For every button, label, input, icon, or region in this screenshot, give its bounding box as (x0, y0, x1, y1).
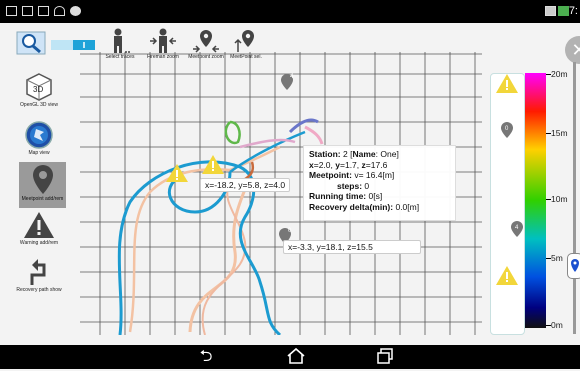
scale-marker-icon: 0 (501, 122, 513, 138)
warning-icon (24, 212, 54, 238)
battery-icon (558, 6, 569, 16)
station-line: Station: 2 [Name: One] (309, 149, 399, 159)
toggle-icon (51, 40, 95, 50)
notification-icon (545, 6, 556, 16)
position-line: x=2.0, y=1.7, z=17.6 (309, 159, 388, 170)
depth-slider-thumb[interactable] (567, 253, 580, 279)
navigation-bar: ⮌ (0, 345, 580, 369)
back-button[interactable]: ⮌ (193, 347, 219, 367)
warning-triangle-icon (496, 266, 518, 285)
colorbar-label: 10m (551, 194, 568, 204)
recovery-path-icon (30, 259, 46, 285)
close-icon: ✕ (571, 40, 580, 60)
cube-3d-text: 3D (33, 85, 43, 94)
notification-icon (22, 6, 33, 16)
warning-triangle-icon (496, 74, 518, 93)
depth-slider-track[interactable] (573, 62, 576, 334)
opengl-3d-view-button[interactable]: 3D OpenGL 3D view (3, 72, 75, 108)
recovery-delta-line: Recovery delta(min): 0.0[m] (309, 201, 420, 212)
meetpoint-add-remove-label: Meetpoint add/rem (21, 196, 64, 202)
coordinate-label: x=-18.2, y=5.8, z=4.0 (200, 178, 291, 192)
meetpoint-add-remove-button[interactable]: Meetpoint add/rem (19, 162, 66, 208)
trace-marker-label: 4 (290, 74, 294, 80)
recent-apps-icon (377, 348, 393, 364)
back-icon: ⮌ (199, 348, 213, 365)
map-view-button[interactable]: Map view (3, 120, 75, 156)
running-time-line: Running time: 0[s] (309, 191, 383, 201)
warning-triangle-icon (202, 155, 224, 174)
zoom-search-button[interactable] (15, 31, 47, 55)
colorbar-label: 15m (551, 128, 568, 138)
colorbar-label: 0m (551, 320, 563, 330)
steps-line: steps: 0 (337, 180, 370, 191)
location-pin-icon (571, 259, 579, 272)
trace-marker-icon: 4 (281, 74, 294, 90)
app-icon (70, 6, 81, 16)
notification-icon (6, 6, 17, 16)
depth-colorbar (525, 73, 546, 328)
colorbar-label: 5m (551, 253, 563, 263)
recovery-path-show-button[interactable]: Recovery path show (3, 255, 75, 293)
person-icon (114, 28, 130, 53)
wifi-icon (54, 6, 65, 16)
magnifier-icon (16, 31, 46, 55)
marker-scale-canvas: 0 4 (496, 74, 523, 285)
map-view-label: Map view (28, 150, 50, 156)
warning-add-remove-label: Warning add/rem (19, 240, 59, 246)
map-pin-icon (32, 165, 53, 194)
map-view-icon (25, 121, 53, 149)
station-info-box: Station: 2 [Name: One] x=2.0, y=1.7, z=1… (303, 145, 456, 221)
opengl-3d-view-label: OpenGL 3D view (20, 102, 58, 108)
clock: 7: (568, 5, 578, 17)
close-button[interactable]: ✕ (565, 36, 580, 64)
colorbar-label: 20m (551, 69, 568, 79)
notification-icon (38, 6, 49, 16)
recent-apps-button[interactable] (372, 347, 398, 367)
recovery-path-show-label: Recovery path show (16, 287, 62, 293)
status-bar: 7: (0, 0, 580, 23)
home-icon (287, 347, 305, 364)
meetpoint-line: Meetpoint: v= 16.4[m] (309, 170, 395, 180)
trace-marker-label: 0 (288, 228, 292, 234)
cube-3d-icon: 3D (26, 73, 52, 101)
marker-scale-panel: 0 4 (490, 73, 525, 335)
meetpoint-select-icon (234, 30, 254, 52)
warning-add-remove-button[interactable]: Warning add/rem (3, 210, 75, 246)
coordinate-label: x=-3.3, y=18.1, z=15.5 (283, 240, 421, 254)
scale-marker-icon: 4 (511, 221, 523, 237)
home-button[interactable] (283, 347, 309, 367)
meetpoint-zoom-icon (193, 30, 219, 53)
fireman-zoom-icon (150, 28, 176, 53)
trace-toggle[interactable] (51, 38, 95, 52)
